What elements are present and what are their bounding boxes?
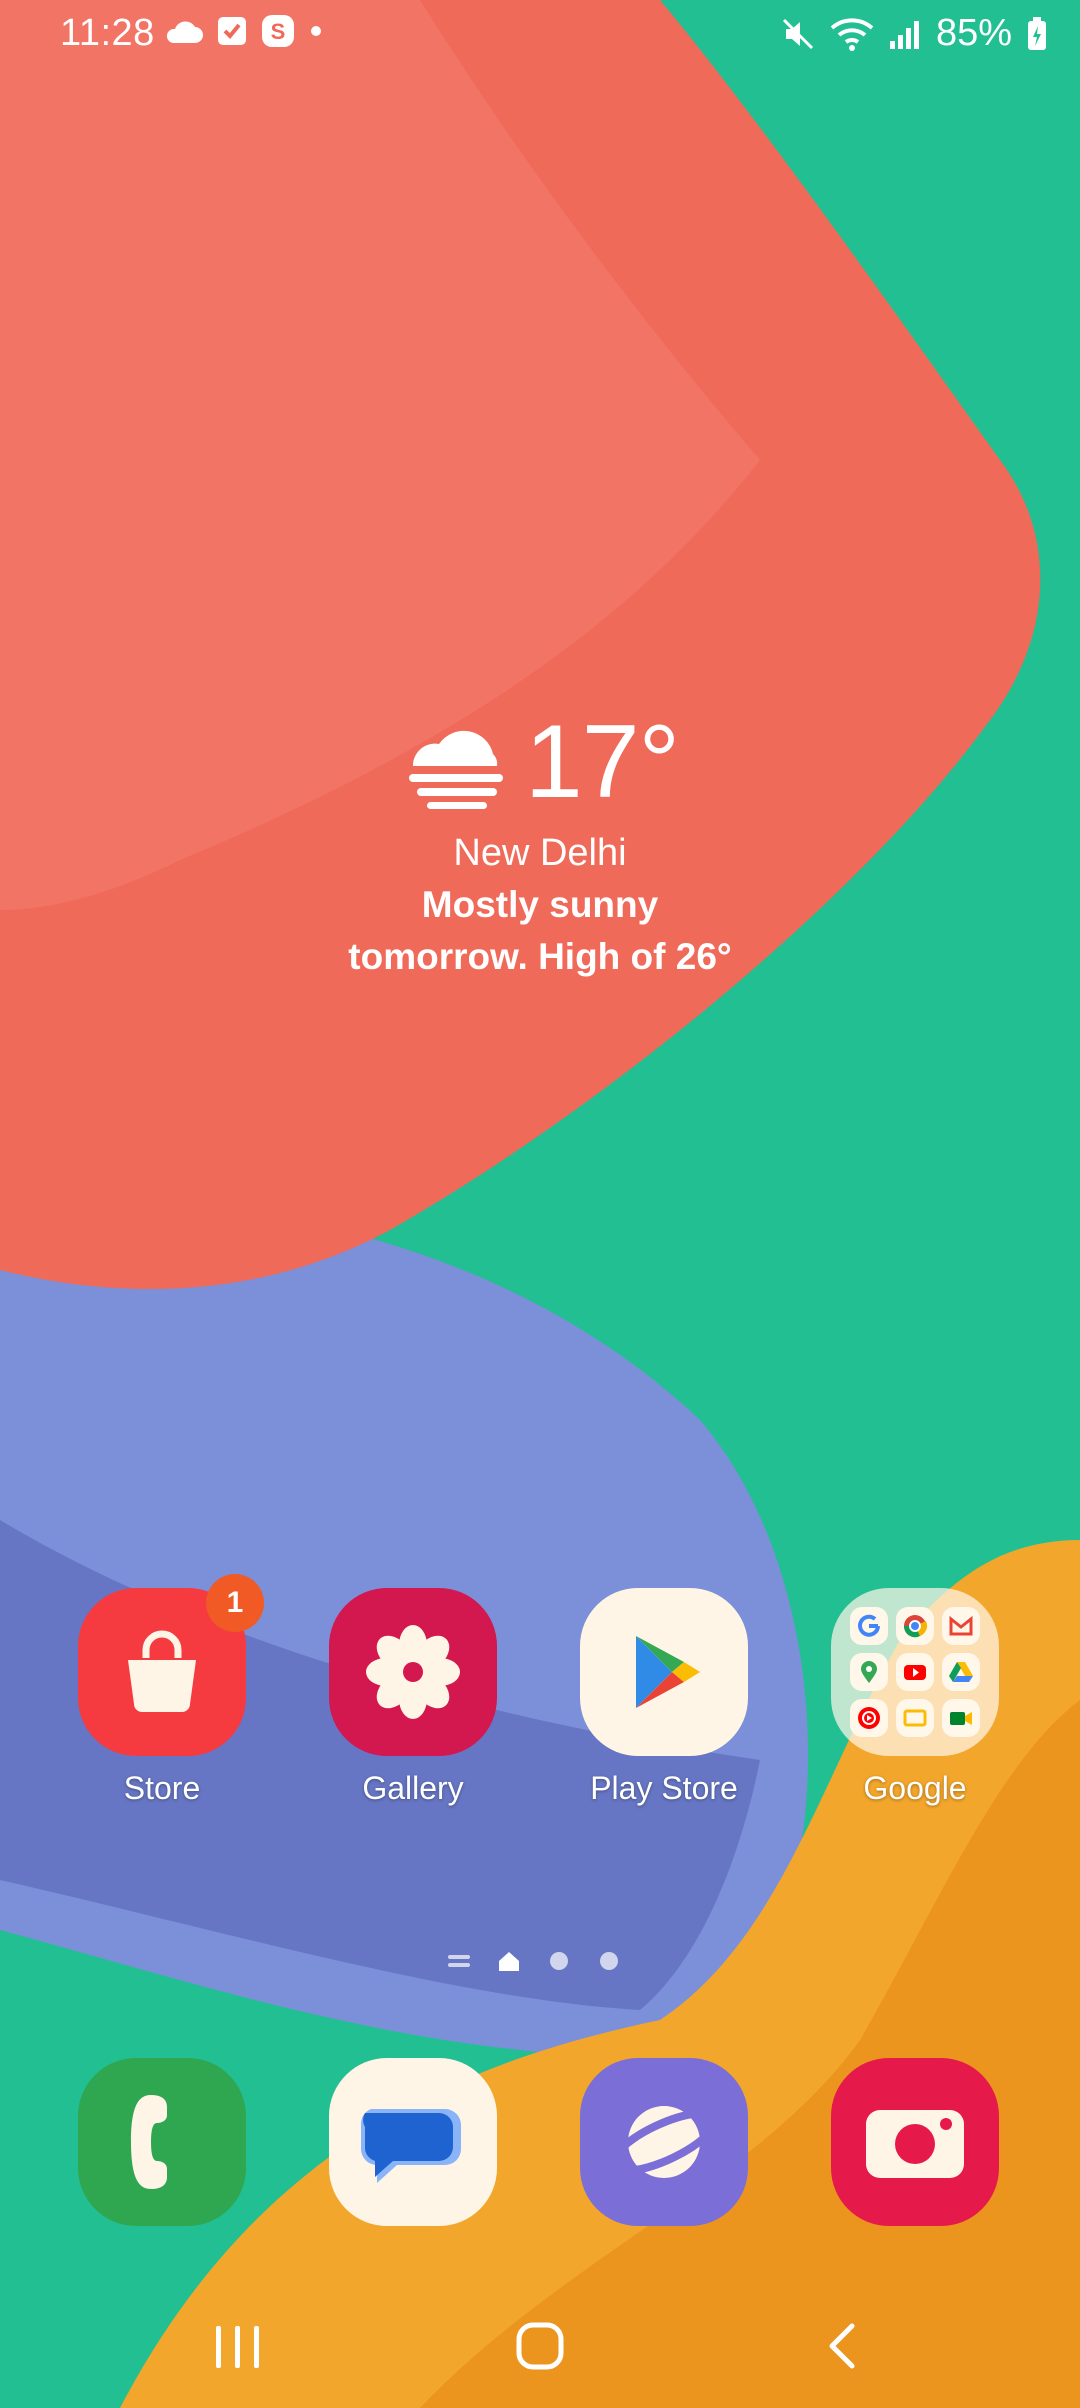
home-button-icon[interactable]	[514, 2320, 566, 2372]
messages-icon	[360, 2109, 461, 2183]
back-button-icon[interactable]	[822, 2320, 862, 2372]
cloud-icon	[166, 21, 203, 43]
meet-icon	[942, 1699, 980, 1737]
tv-icon	[896, 1699, 934, 1737]
battery-percent: 85%	[935, 12, 1012, 54]
camera-icon	[866, 2110, 964, 2178]
s-app-icon: S	[262, 15, 294, 47]
dock-messages[interactable]	[329, 2058, 497, 2226]
battery-icon	[1028, 16, 1046, 50]
navigation-bar	[0, 2300, 1080, 2408]
page-dot-icon	[550, 1952, 568, 1970]
forecast-line-2: tomorrow. High of 26°	[348, 936, 732, 977]
play-store-app-icon[interactable]	[580, 1588, 748, 1756]
youtube-music-icon	[850, 1699, 888, 1737]
lines-page-icon	[448, 1955, 470, 1967]
notification-icons: S	[165, 14, 323, 48]
forecast-line-1: Mostly sunny	[421, 884, 659, 925]
chrome-icon	[896, 1607, 934, 1645]
app-label: Store	[123, 1770, 201, 1806]
weather-forecast: Mostly sunny tomorrow. High of 26°	[300, 879, 780, 983]
app-label: Play Store	[590, 1770, 738, 1806]
weather-temperature: 17°	[524, 704, 680, 820]
svg-text:S: S	[271, 19, 286, 44]
play-triangle-icon	[636, 1636, 700, 1708]
google-folder-icon[interactable]	[831, 1588, 999, 1756]
app-label: Gallery	[362, 1770, 464, 1806]
app-play-store[interactable]: Play Store	[564, 1588, 764, 1807]
flower-icon	[366, 1625, 460, 1719]
check-icon	[218, 17, 246, 45]
notification-badge: 1	[206, 1574, 264, 1632]
page-indicator[interactable]	[448, 1950, 620, 1972]
store-app-icon[interactable]: 1	[78, 1574, 264, 1756]
status-bar: 11:28 S 85%	[0, 0, 1080, 70]
google-g-icon	[850, 1607, 888, 1645]
dock-phone[interactable]	[78, 2058, 246, 2226]
system-icons: 85%	[780, 12, 1048, 55]
app-label: Google	[863, 1770, 967, 1806]
app-store[interactable]: 1 Store	[62, 1574, 264, 1807]
status-time: 11:28	[60, 12, 155, 54]
recent-apps-icon[interactable]	[210, 2322, 266, 2372]
wallpaper	[0, 0, 1080, 2408]
page-dot-icon	[600, 1952, 618, 1970]
mute-icon	[782, 18, 813, 49]
dock-camera[interactable]	[831, 2058, 999, 2226]
dot-icon	[311, 26, 321, 36]
drive-icon	[942, 1653, 980, 1691]
weather-city: New Delhi	[453, 832, 627, 874]
internet-icon	[608, 2106, 720, 2178]
weather-widget[interactable]: 17° New Delhi Mostly sunny tomorrow. Hig…	[300, 710, 780, 983]
folder-google[interactable]: Google	[815, 1588, 1015, 1807]
maps-icon	[850, 1653, 888, 1691]
gallery-app-icon[interactable]	[329, 1588, 497, 1756]
gmail-icon	[942, 1607, 980, 1645]
home-page-icon	[499, 1952, 519, 1971]
wifi-icon	[830, 17, 874, 51]
app-gallery[interactable]: Gallery	[313, 1588, 513, 1807]
dock-internet[interactable]	[580, 2058, 748, 2226]
youtube-icon	[896, 1653, 934, 1691]
shopping-bag-icon	[128, 1630, 196, 1712]
phone-icon	[131, 2095, 167, 2189]
signal-icon	[889, 20, 919, 49]
partly-cloudy-fog-icon	[408, 730, 503, 809]
